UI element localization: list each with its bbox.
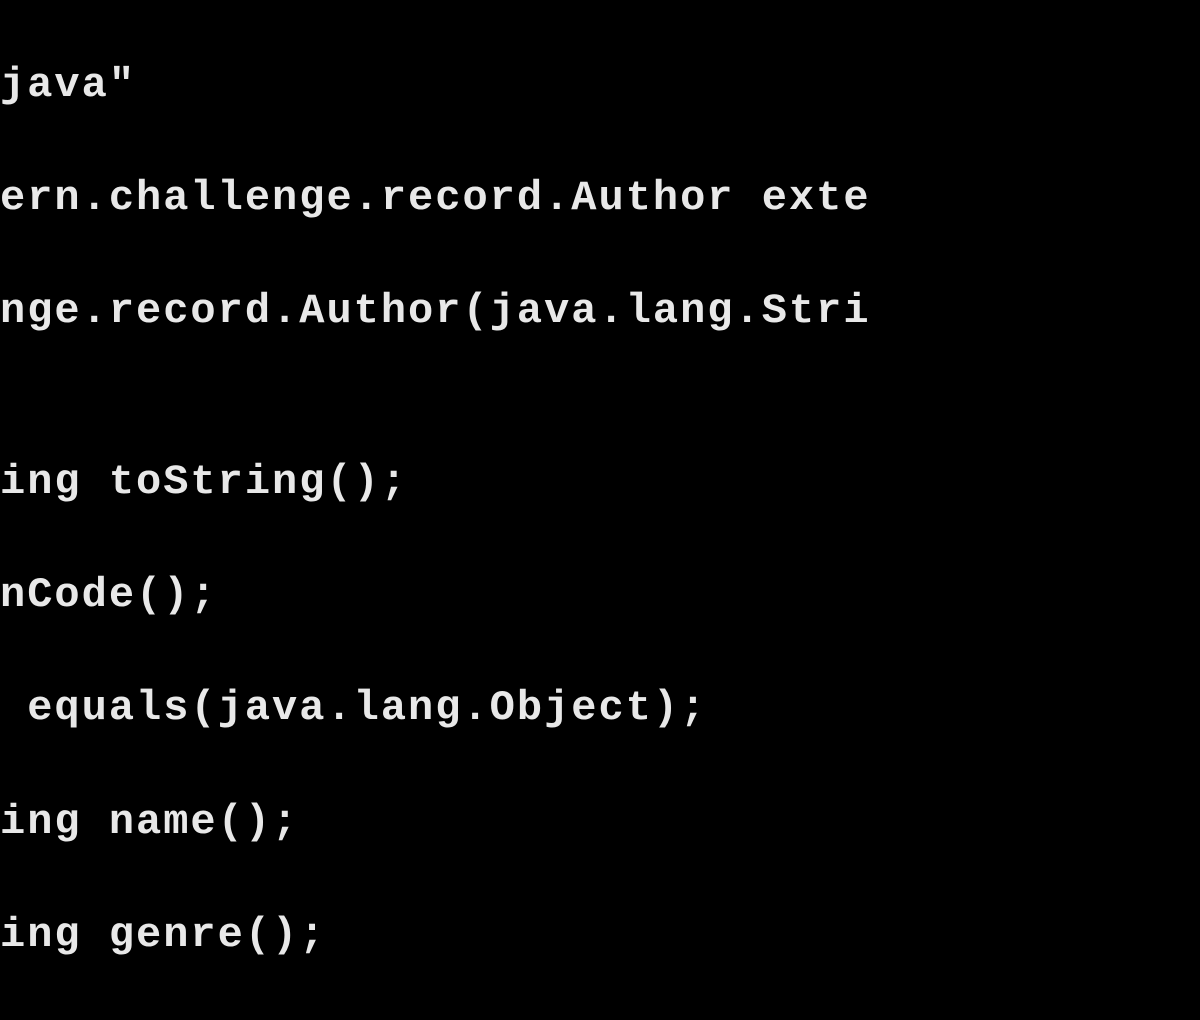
terminal-line: java" bbox=[0, 57, 1200, 114]
terminal-line: nge.record.Author(java.lang.Stri bbox=[0, 283, 1200, 340]
terminal-line: ing name(); bbox=[0, 794, 1200, 851]
terminal-output: java" ern.challenge.record.Author exte n… bbox=[0, 0, 1200, 1020]
terminal-line: ern.challenge.record.Author exte bbox=[0, 170, 1200, 227]
terminal-line: ing toString(); bbox=[0, 454, 1200, 511]
terminal-line: ing genre(); bbox=[0, 907, 1200, 964]
terminal-line: nCode(); bbox=[0, 567, 1200, 624]
terminal-line: equals(java.lang.Object); bbox=[0, 680, 1200, 737]
